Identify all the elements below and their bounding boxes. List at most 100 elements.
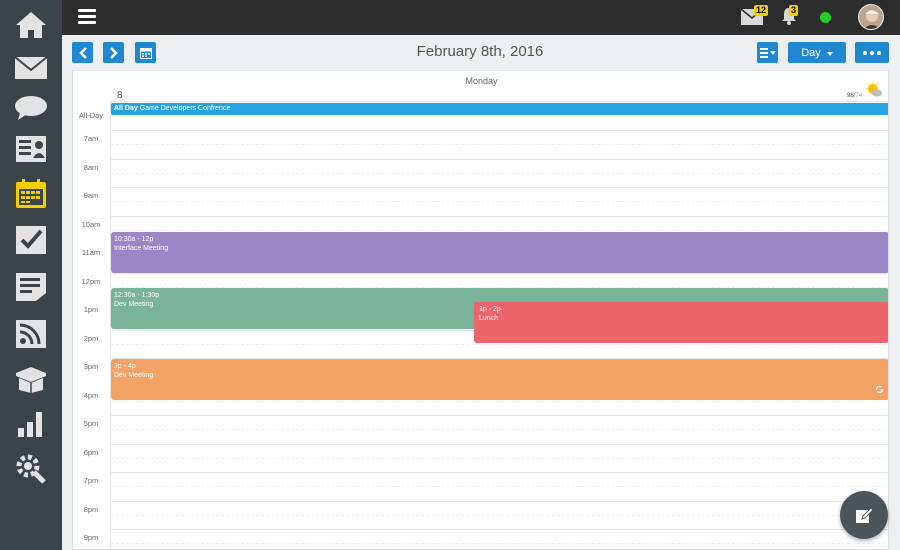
- grid-half-line: [111, 514, 888, 516]
- sun-cloud-icon: [866, 82, 882, 97]
- home-icon: [16, 12, 46, 38]
- status-indicator: [820, 12, 831, 23]
- calendar-icon: [16, 179, 46, 208]
- event-time: 1p - 2p: [479, 306, 501, 313]
- notification-badge: 3: [789, 5, 799, 16]
- sidebar-item-mail[interactable]: [0, 46, 62, 90]
- sidebar-item-chat[interactable]: [0, 86, 62, 130]
- settings-icon: [16, 454, 46, 484]
- grid-half-line: [111, 201, 888, 203]
- event-time: 12:30a - 1:30p: [114, 292, 160, 299]
- sidebar-item-stats[interactable]: [0, 401, 62, 445]
- grid-half-line: [111, 400, 888, 402]
- grid-half-line: [111, 457, 888, 459]
- weather-temps: 98/74: [847, 93, 863, 99]
- grid-line: [111, 158, 888, 160]
- date-title: February 8th, 2016: [416, 43, 544, 60]
- list-options-button[interactable]: [757, 42, 778, 63]
- time-label: 8pm: [83, 504, 99, 514]
- event-title: Interface Meeting: [114, 245, 169, 252]
- grid-line: [111, 472, 888, 473]
- time-label: 2pm: [83, 333, 99, 343]
- notifications-button[interactable]: 3: [781, 5, 799, 30]
- time-label: 7am: [83, 134, 99, 143]
- tasks-icon: [16, 226, 46, 254]
- package-icon: [16, 367, 46, 393]
- sidebar-item-packages[interactable]: [0, 357, 62, 401]
- rss-icon: [16, 320, 46, 348]
- compose-icon: [856, 507, 874, 523]
- avatar[interactable]: [858, 4, 884, 30]
- stats-icon: [18, 412, 42, 437]
- time-label: 7pm: [83, 476, 99, 485]
- sidebar-item-contacts[interactable]: [0, 127, 62, 171]
- view-label: Day: [801, 46, 821, 59]
- time-label: 6pm: [83, 447, 99, 457]
- grid-half-line: [111, 172, 888, 174]
- day-name: Monday: [465, 76, 498, 86]
- grid-line: [111, 187, 888, 188]
- recurring-icon: [875, 385, 884, 394]
- grid-half-line: [111, 343, 888, 345]
- grid-half-line: [111, 229, 888, 231]
- time-label: 8am: [83, 162, 99, 172]
- grid-half-line: [111, 144, 888, 146]
- new-event-button[interactable]: [840, 491, 888, 539]
- time-label: 11am: [81, 248, 101, 257]
- caret-down-icon: [826, 51, 833, 56]
- sidebar-item-notes[interactable]: [0, 265, 62, 309]
- more-dot-icon: [863, 50, 867, 55]
- mail-badge: 12: [754, 5, 769, 16]
- next-day-button[interactable]: [103, 42, 124, 63]
- grid-half-line: [111, 486, 888, 488]
- menu-icon[interactable]: [78, 9, 96, 25]
- chat-icon: [15, 96, 47, 120]
- chevron-right-icon: [109, 46, 118, 59]
- user-photo-icon: [859, 5, 883, 29]
- date-picker-button[interactable]: [135, 42, 156, 63]
- time-label: 12pm: [81, 276, 101, 286]
- allday-event-title: Game Developers Confrence: [139, 105, 231, 112]
- top-bar: 12 3: [62, 0, 900, 35]
- grid-line: [111, 529, 888, 530]
- sidebar-item-calendar[interactable]: [0, 172, 62, 216]
- grid-half-line: [111, 429, 888, 431]
- chevron-left-icon: [78, 46, 87, 59]
- allday-event-tag: All Day: [114, 105, 138, 112]
- event-interface-meeting[interactable]: 10:30a - 12p Interface Meeting: [111, 232, 888, 273]
- weather-high: 98: [847, 93, 854, 99]
- weather-low: 74: [855, 93, 863, 99]
- event-dev-meeting-recurring[interactable]: 3p - 4p Dev Meeting: [111, 359, 888, 400]
- more-options-button[interactable]: [855, 42, 889, 63]
- event-lunch[interactable]: 1p - 2p Lunch: [474, 302, 888, 343]
- time-label: 4pm: [83, 390, 99, 400]
- allday-event[interactable]: All Day Game Developers Confrence: [111, 103, 888, 115]
- mail-button[interactable]: 12: [740, 5, 769, 30]
- notes-icon: [16, 273, 46, 301]
- event-time: 10:30a - 12p: [114, 236, 154, 243]
- more-dot-icon: [870, 50, 874, 55]
- prev-day-button[interactable]: [72, 42, 93, 63]
- more-dot-icon: [877, 50, 881, 55]
- contacts-icon: [16, 136, 46, 162]
- day-number: 8: [117, 90, 123, 101]
- time-label: 5pm: [83, 419, 99, 428]
- grid-half-line: [111, 543, 888, 545]
- grid-line: [111, 415, 888, 416]
- event-title: Dev Meeting: [114, 372, 154, 379]
- event-title: Lunch: [479, 315, 499, 322]
- sidebar-item-home[interactable]: [0, 3, 62, 47]
- sidebar-item-settings[interactable]: [0, 446, 62, 490]
- grid-line: [111, 443, 888, 445]
- grid-line: [111, 130, 888, 131]
- calendar-icon: [139, 47, 152, 59]
- allday-label: All-Day: [78, 111, 104, 120]
- day-calendar: Monday 8 98/74 All-Day All Day Game Deve…: [72, 70, 889, 550]
- grid-line: [111, 500, 888, 502]
- grid-line: [111, 101, 888, 102]
- view-select-button[interactable]: Day: [788, 42, 846, 63]
- grid-line: [111, 215, 888, 217]
- sidebar-item-tasks[interactable]: [0, 218, 62, 262]
- sidebar-item-rss[interactable]: [0, 312, 62, 356]
- time-label: 3pm: [83, 362, 99, 371]
